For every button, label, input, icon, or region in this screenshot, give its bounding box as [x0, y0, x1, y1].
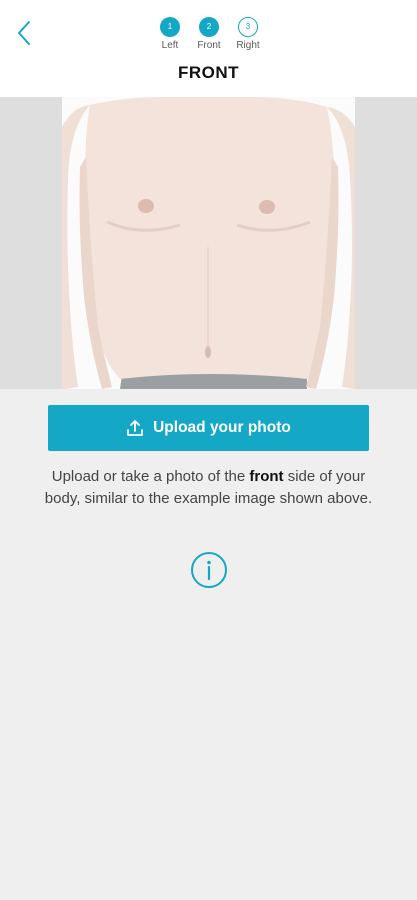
- front-body-illustration: [62, 97, 355, 389]
- upload-photo-label: Upload your photo: [153, 419, 291, 436]
- page-title: FRONT: [177, 63, 240, 82]
- step-number: 3: [238, 17, 258, 37]
- instructions-bold: front: [249, 468, 284, 485]
- app-header: 1 Left 2 Front 3 Right FRONT: [0, 0, 417, 97]
- step-label: Front: [197, 40, 221, 51]
- upload-instructions: Upload or take a photo of the front side…: [40, 466, 377, 510]
- upload-photo-button[interactable]: Upload your photo: [48, 405, 369, 451]
- step-number: 1: [160, 17, 180, 37]
- step-number: 2: [199, 17, 219, 37]
- upload-icon: [127, 420, 144, 436]
- step-right[interactable]: 3 Right: [223, 17, 273, 51]
- info-button[interactable]: [190, 551, 228, 589]
- example-photo-area: [0, 97, 417, 389]
- example-photo: [62, 97, 355, 389]
- instructions-text-start: Upload or take a photo of the: [51, 468, 250, 485]
- step-label: Right: [236, 40, 260, 51]
- step-label: Left: [161, 40, 179, 51]
- info-icon: [191, 552, 227, 588]
- step-indicator: 1 Left 2 Front 3 Right: [0, 17, 417, 57]
